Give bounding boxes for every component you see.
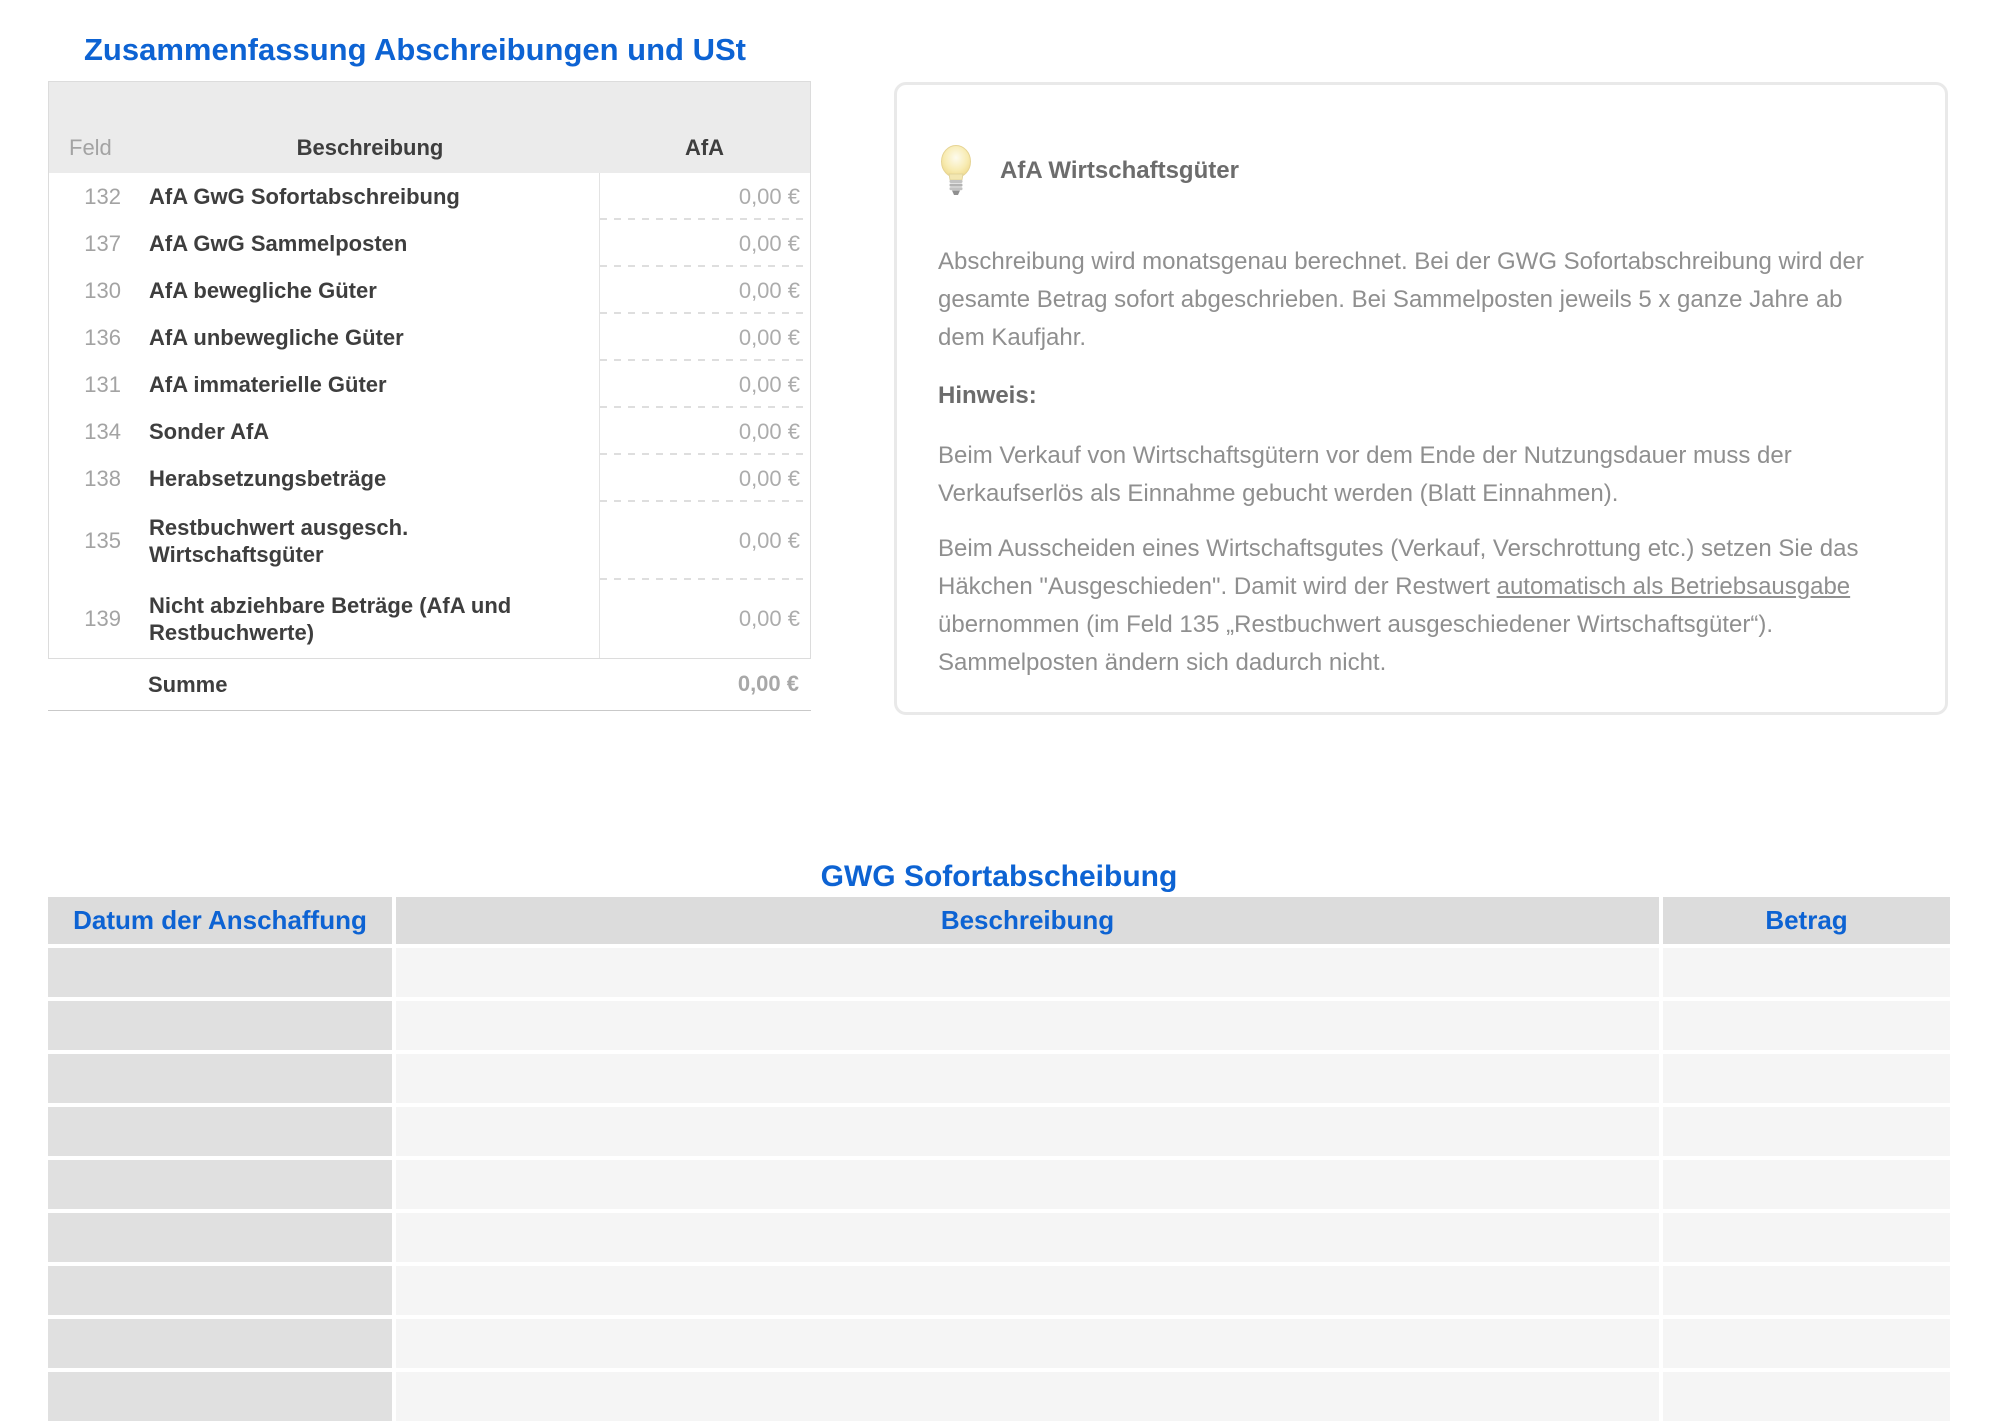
hinweis-label: Hinweis: <box>938 377 1908 415</box>
gwg-section-title: GWG Sofortabscheibung <box>48 860 1950 894</box>
summary-table: Feld Beschreibung AfA 132 AfA GwG Sofort… <box>48 81 811 659</box>
gwg-amount-cell[interactable] <box>1663 1054 1950 1103</box>
row-description: AfA bewegliche Güter <box>141 277 599 304</box>
gwg-description-cell[interactable] <box>396 1001 1659 1050</box>
column-header-afa: AfA <box>599 135 810 173</box>
info-paragraph: Beim Ausscheiden eines Wirtschaftsgutes … <box>938 530 1878 682</box>
summary-table-body: 132 AfA GwG Sofortabschreibung 0,00 € 13… <box>49 173 810 658</box>
gwg-date-cell[interactable] <box>48 1001 392 1050</box>
info-box-header: AfA Wirtschaftsgüter <box>938 145 1908 197</box>
afa-value-cell: 0,00 € <box>599 314 810 361</box>
table-row: 135 Restbuchwert ausgesch. Wirtschaftsgü… <box>49 502 810 580</box>
info-paragraph: Beim Verkauf von Wirtschaftsgütern vor d… <box>938 437 1878 513</box>
gwg-amount-cell[interactable] <box>1663 1213 1950 1262</box>
gwg-date-cell[interactable] <box>48 1160 392 1209</box>
gwg-date-cell[interactable] <box>48 1319 392 1368</box>
afa-value-cell: 0,00 € <box>599 173 810 220</box>
gwg-amount-cell[interactable] <box>1663 1001 1950 1050</box>
row-description: Herabsetzungsbeträge <box>141 465 599 492</box>
gwg-date-cell[interactable] <box>48 1054 392 1103</box>
gwg-table: Datum der Anschaffung Beschreibung Betra… <box>48 897 1950 1421</box>
table-row: 131 AfA immaterielle Güter 0,00 € <box>49 361 810 408</box>
column-header-feld: Feld <box>49 135 141 173</box>
field-number: 134 <box>49 419 141 445</box>
table-row: 134 Sonder AfA 0,00 € <box>49 408 810 455</box>
gwg-date-cell[interactable] <box>48 948 392 997</box>
afa-value-cell: 0,00 € <box>599 455 810 502</box>
lightbulb-icon <box>938 145 974 197</box>
gwg-date-cell[interactable] <box>48 1213 392 1262</box>
column-header-beschreibung: Beschreibung <box>396 897 1659 944</box>
gwg-amount-cell[interactable] <box>1663 1107 1950 1156</box>
info-box-title: AfA Wirtschaftsgüter <box>1000 157 1239 185</box>
table-row: 138 Herabsetzungsbeträge 0,00 € <box>49 455 810 502</box>
gwg-description-cell[interactable] <box>396 1319 1659 1368</box>
afa-value-cell: 0,00 € <box>599 502 810 580</box>
gwg-description-cell[interactable] <box>396 1372 1659 1421</box>
row-description: AfA GwG Sofortabschreibung <box>141 183 599 210</box>
row-description: AfA immaterielle Güter <box>141 371 599 398</box>
table-row: 136 AfA unbewegliche Güter 0,00 € <box>49 314 810 361</box>
table-row: 130 AfA bewegliche Güter 0,00 € <box>49 267 810 314</box>
summe-row: Summe 0,00 € <box>48 658 811 711</box>
afa-value-cell: 0,00 € <box>599 408 810 455</box>
column-header-beschreibung: Beschreibung <box>141 135 599 173</box>
gwg-description-cell[interactable] <box>396 948 1659 997</box>
betriebsausgabe-emphasis: automatisch als Betriebsausgabe <box>1497 573 1851 600</box>
column-header-datum: Datum der Anschaffung <box>48 897 392 944</box>
gwg-amount-cell[interactable] <box>1663 948 1950 997</box>
field-number: 135 <box>49 528 141 554</box>
gwg-description-cell[interactable] <box>396 1054 1659 1103</box>
gwg-description-cell[interactable] <box>396 1107 1659 1156</box>
gwg-amount-cell[interactable] <box>1663 1266 1950 1315</box>
summe-value: 0,00 € <box>598 671 809 697</box>
row-description: AfA GwG Sammelposten <box>141 230 599 257</box>
gwg-description-cell[interactable] <box>396 1160 1659 1209</box>
summary-section-title: Zusammenfassung Abschreibungen und USt <box>84 32 746 68</box>
info-paragraph: Abschreibung wird monatsgenau berechnet.… <box>938 243 1878 357</box>
field-number: 130 <box>49 278 141 304</box>
afa-value-cell: 0,00 € <box>599 267 810 314</box>
field-number: 139 <box>49 606 141 632</box>
row-description: Nicht abziehbare Beträge (AfA und Restbu… <box>141 592 599 646</box>
row-description: AfA unbewegliche Güter <box>141 324 599 351</box>
gwg-date-cell[interactable] <box>48 1266 392 1315</box>
row-description: Restbuchwert ausgesch. Wirtschaftsgüter <box>141 514 599 568</box>
field-number: 137 <box>49 231 141 257</box>
gwg-amount-cell[interactable] <box>1663 1319 1950 1368</box>
gwg-description-cell[interactable] <box>396 1213 1659 1262</box>
table-row: 137 AfA GwG Sammelposten 0,00 € <box>49 220 810 267</box>
summary-table-header: Feld Beschreibung AfA <box>49 82 810 173</box>
field-number: 136 <box>49 325 141 351</box>
afa-value-cell: 0,00 € <box>599 580 810 658</box>
gwg-date-cell[interactable] <box>48 1372 392 1421</box>
column-header-betrag: Betrag <box>1663 897 1950 944</box>
info-paragraph-text: übernommen (im Feld 135 „Restbuchwert au… <box>938 611 1773 676</box>
page: { "colors": { "accent": "#0d63d3", "valu… <box>0 0 1994 1388</box>
gwg-amount-cell[interactable] <box>1663 1160 1950 1209</box>
gwg-date-cell[interactable] <box>48 1107 392 1156</box>
gwg-amount-cell[interactable] <box>1663 1372 1950 1421</box>
afa-value-cell: 0,00 € <box>599 361 810 408</box>
table-row: 132 AfA GwG Sofortabschreibung 0,00 € <box>49 173 810 220</box>
field-number: 131 <box>49 372 141 398</box>
info-box: AfA Wirtschaftsgüter Abschreibung wird m… <box>894 82 1948 715</box>
gwg-description-cell[interactable] <box>396 1266 1659 1315</box>
field-number: 132 <box>49 184 141 210</box>
field-number: 138 <box>49 466 141 492</box>
table-row: 139 Nicht abziehbare Beträge (AfA und Re… <box>49 580 810 658</box>
row-description: Sonder AfA <box>141 418 599 445</box>
afa-value-cell: 0,00 € <box>599 220 810 267</box>
summe-label: Summe <box>140 671 598 698</box>
